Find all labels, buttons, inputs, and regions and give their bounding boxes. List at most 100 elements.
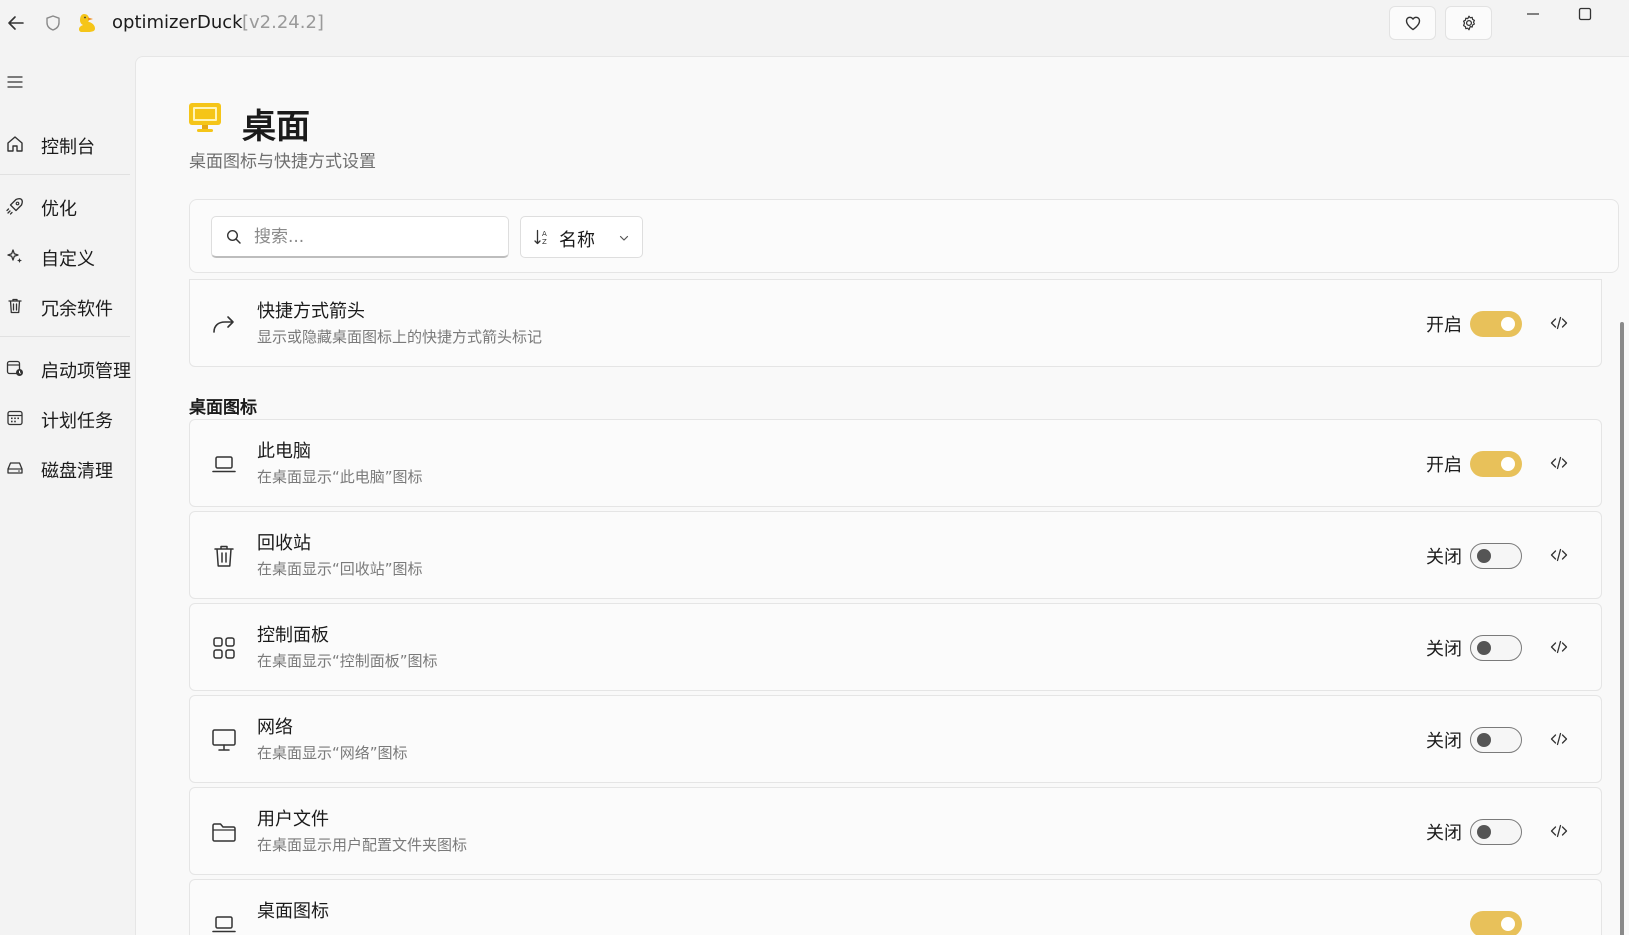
sidebar-item-disk-cleanup[interactable]: 磁盘清理 bbox=[0, 448, 134, 488]
drive-icon bbox=[5, 458, 25, 478]
hamburger-menu-icon[interactable] bbox=[4, 70, 28, 94]
sidebar-item-bloatware[interactable]: 冗余软件 bbox=[0, 286, 134, 326]
toggle-knob bbox=[1501, 917, 1515, 931]
setting-card-desktop-icons: 桌面图标 bbox=[189, 879, 1602, 935]
toggle-knob bbox=[1501, 457, 1515, 471]
toggle-knob bbox=[1477, 733, 1491, 747]
card-title: 网络 bbox=[257, 717, 293, 738]
laptop-icon bbox=[210, 910, 238, 935]
card-description: 在桌面显示“回收站”图标 bbox=[257, 560, 423, 578]
setting-card-control-panel: 控制面板 在桌面显示“控制面板”图标 关闭 bbox=[189, 603, 1602, 691]
page-title: 桌面 bbox=[242, 107, 310, 147]
toggle-knob bbox=[1477, 549, 1491, 563]
calendar-icon bbox=[5, 408, 25, 428]
toggle-state-label: 关闭 bbox=[1426, 547, 1462, 568]
card-title: 快捷方式箭头 bbox=[257, 301, 365, 322]
back-arrow-icon[interactable] bbox=[5, 12, 27, 34]
toggle-state-label: 关闭 bbox=[1426, 823, 1462, 844]
setting-card-recycle-bin: 回收站 在桌面显示“回收站”图标 关闭 bbox=[189, 511, 1602, 599]
maximize-button[interactable] bbox=[1568, 2, 1602, 26]
toggle-switch[interactable] bbox=[1470, 311, 1522, 337]
vertical-scrollbar[interactable] bbox=[1620, 322, 1624, 935]
card-description: 在桌面显示“此电脑”图标 bbox=[257, 468, 423, 486]
sort-dropdown[interactable]: AZ 名称 bbox=[520, 216, 643, 258]
main-panel: 桌面 桌面图标与快捷方式设置 AZ 名称 快捷方式箭头 显示或隐藏桌面图标上的快… bbox=[135, 56, 1629, 935]
chevron-down-icon bbox=[618, 232, 630, 244]
card-description: 在桌面显示“网络”图标 bbox=[257, 744, 408, 762]
toggle-switch[interactable] bbox=[1470, 911, 1522, 935]
sidebar-item-scheduled-tasks[interactable]: 计划任务 bbox=[0, 398, 134, 438]
settings-button[interactable] bbox=[1445, 6, 1492, 40]
search-input[interactable] bbox=[254, 217, 502, 257]
filter-toolbar: AZ 名称 bbox=[189, 199, 1619, 273]
trash-icon bbox=[5, 296, 25, 316]
sidebar-item-startup[interactable]: 启动项管理 bbox=[0, 348, 134, 388]
toggle-state-label: 关闭 bbox=[1426, 731, 1462, 752]
sidebar-divider bbox=[0, 174, 130, 175]
toggle-state-label: 开启 bbox=[1426, 455, 1462, 476]
toggle-state-label: 关闭 bbox=[1426, 639, 1462, 660]
toggle-switch[interactable] bbox=[1470, 635, 1522, 661]
setting-card-this-pc: 此电脑 在桌面显示“此电脑”图标 开启 bbox=[189, 419, 1602, 507]
setting-card-network: 网络 在桌面显示“网络”图标 关闭 bbox=[189, 695, 1602, 783]
code-icon[interactable] bbox=[1549, 545, 1569, 565]
home-icon bbox=[5, 134, 25, 154]
duck-logo-icon bbox=[75, 11, 99, 35]
toggle-state-label: 开启 bbox=[1426, 315, 1462, 336]
toggle-switch[interactable] bbox=[1470, 543, 1522, 569]
laptop-icon bbox=[210, 450, 238, 478]
card-title: 桌面图标 bbox=[257, 901, 329, 922]
sidebar-item-label: 优化 bbox=[41, 199, 77, 220]
minimize-button[interactable] bbox=[1516, 2, 1550, 26]
card-title: 用户文件 bbox=[257, 809, 329, 830]
sidebar-item-customize[interactable]: 自定义 bbox=[0, 236, 134, 276]
toggle-switch[interactable] bbox=[1470, 451, 1522, 477]
sidebar-item-label: 磁盘清理 bbox=[41, 461, 113, 482]
startup-app-icon bbox=[5, 358, 25, 378]
share-arrow-icon bbox=[210, 310, 238, 338]
sidebar-divider bbox=[0, 336, 130, 337]
code-icon[interactable] bbox=[1549, 821, 1569, 841]
title-bar: optimizerDuck [v2.24.2] bbox=[0, 0, 1629, 48]
sidebar-item-optimize[interactable]: 优化 bbox=[0, 186, 134, 226]
card-title: 控制面板 bbox=[257, 625, 329, 646]
code-icon[interactable] bbox=[1549, 313, 1569, 333]
heart-icon bbox=[1404, 14, 1422, 32]
sort-az-icon: AZ bbox=[533, 228, 551, 246]
code-icon[interactable] bbox=[1549, 637, 1569, 657]
folder-icon bbox=[210, 818, 238, 846]
card-title: 此电脑 bbox=[257, 441, 311, 462]
sidebar-item-label: 启动项管理 bbox=[41, 361, 131, 382]
app-title: optimizerDuck bbox=[112, 12, 243, 33]
grid-icon bbox=[210, 634, 238, 662]
card-description: 在桌面显示用户配置文件夹图标 bbox=[257, 836, 468, 854]
setting-card-shortcut-arrow: 快捷方式箭头 显示或隐藏桌面图标上的快捷方式箭头标记 开启 bbox=[189, 279, 1602, 367]
sidebar-item-label: 计划任务 bbox=[41, 411, 113, 432]
toggle-switch[interactable] bbox=[1470, 819, 1522, 845]
sidebar: 控制台 优化 自定义 冗余软件 启动项管理 计划任务 磁盘清理 bbox=[0, 56, 134, 935]
app-version: [v2.24.2] bbox=[242, 12, 324, 33]
section-heading: 桌面图标 bbox=[189, 398, 257, 418]
setting-card-user-files: 用户文件 在桌面显示用户配置文件夹图标 关闭 bbox=[189, 787, 1602, 875]
card-description: 显示或隐藏桌面图标上的快捷方式箭头标记 bbox=[257, 328, 543, 346]
desktop-monitor-icon bbox=[188, 102, 222, 134]
toggle-knob bbox=[1501, 317, 1515, 331]
svg-text:A: A bbox=[542, 230, 547, 238]
toggle-switch[interactable] bbox=[1470, 727, 1522, 753]
sidebar-item-label: 控制台 bbox=[41, 137, 95, 158]
shield-icon bbox=[44, 14, 62, 32]
sort-label: 名称 bbox=[559, 230, 595, 251]
code-icon[interactable] bbox=[1549, 453, 1569, 473]
monitor-icon bbox=[210, 726, 238, 754]
favorite-button[interactable] bbox=[1389, 6, 1436, 40]
card-description: 在桌面显示“控制面板”图标 bbox=[257, 652, 438, 670]
svg-text:Z: Z bbox=[542, 238, 547, 246]
toggle-knob bbox=[1477, 825, 1491, 839]
search-icon bbox=[226, 229, 242, 245]
card-title: 回收站 bbox=[257, 533, 311, 554]
search-box[interactable] bbox=[211, 216, 509, 258]
page-subtitle: 桌面图标与快捷方式设置 bbox=[189, 152, 376, 172]
gear-icon bbox=[1460, 14, 1478, 32]
code-icon[interactable] bbox=[1549, 729, 1569, 749]
sidebar-item-dashboard[interactable]: 控制台 bbox=[0, 124, 134, 164]
